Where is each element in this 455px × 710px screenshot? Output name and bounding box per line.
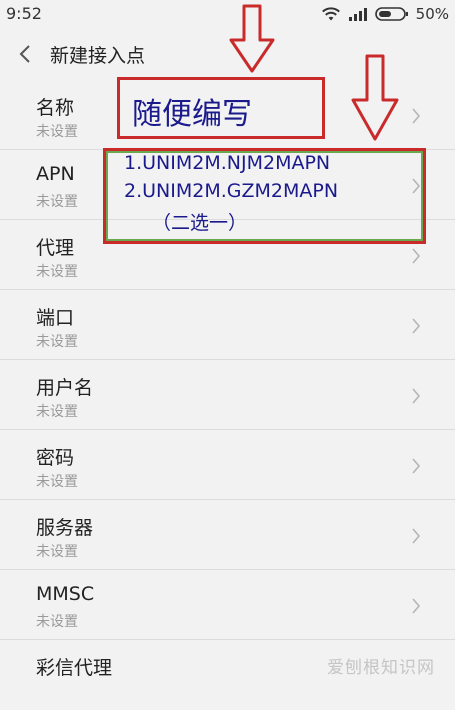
list-item-title: 端口 bbox=[36, 307, 75, 329]
list-item-title: 彩信代理 bbox=[36, 657, 113, 679]
list-item-server[interactable]: 服务器 未设置 bbox=[0, 500, 455, 570]
chevron-right-icon bbox=[412, 458, 421, 474]
list-item-subtitle: 未设置 bbox=[36, 614, 78, 630]
chevron-right-icon bbox=[412, 248, 421, 264]
chevron-right-icon bbox=[412, 388, 421, 404]
list-item-subtitle: 未设置 bbox=[36, 544, 78, 560]
list-item-title: APN bbox=[36, 163, 75, 185]
list-item-port[interactable]: 端口 未设置 bbox=[0, 290, 455, 360]
down-arrow-icon bbox=[229, 4, 275, 73]
battery-percent: 50% bbox=[415, 5, 449, 23]
list-item-title: 服务器 bbox=[36, 517, 94, 539]
chevron-left-icon[interactable] bbox=[16, 42, 34, 66]
list-item-subtitle: 未设置 bbox=[36, 124, 78, 140]
list-item-mmsc[interactable]: MMSC 未设置 bbox=[0, 570, 455, 640]
annotation-apn-line-2: 2.UNIM2M.GZM2MAPN bbox=[124, 180, 339, 202]
list-item-title: 代理 bbox=[36, 237, 75, 259]
list-item-password[interactable]: 密码 未设置 bbox=[0, 430, 455, 500]
list-item-title: MMSC bbox=[36, 583, 95, 605]
list-item-subtitle: 未设置 bbox=[36, 474, 78, 490]
down-arrow-icon bbox=[351, 54, 399, 141]
page-title: 新建接入点 bbox=[50, 45, 146, 67]
list-item-title: 密码 bbox=[36, 447, 75, 469]
signal-icon bbox=[348, 8, 367, 21]
chevron-right-icon bbox=[412, 598, 421, 614]
list-item-subtitle: 未设置 bbox=[36, 334, 78, 350]
annotation-apn-line-1: 1.UNIM2M.NJM2MAPN bbox=[124, 152, 331, 174]
list-item-title: 名称 bbox=[36, 97, 75, 119]
list-item-subtitle: 未设置 bbox=[36, 194, 78, 210]
chevron-right-icon bbox=[412, 528, 421, 544]
battery-icon bbox=[374, 7, 408, 21]
wifi-icon bbox=[321, 7, 340, 21]
list-item-subtitle: 未设置 bbox=[36, 264, 78, 280]
status-time: 9:52 bbox=[6, 4, 42, 23]
annotation-name-note: 随便编写 bbox=[132, 97, 252, 132]
annotation-apn-line-3: （二选一） bbox=[152, 212, 248, 234]
list-item-title: 用户名 bbox=[36, 377, 94, 399]
chevron-right-icon bbox=[412, 318, 421, 334]
list-item-subtitle: 未设置 bbox=[36, 404, 78, 420]
status-icons: 50% bbox=[321, 5, 449, 23]
list-item-username[interactable]: 用户名 未设置 bbox=[0, 360, 455, 430]
watermark: 爱刨根知识网 bbox=[327, 658, 435, 678]
chevron-right-icon bbox=[412, 108, 421, 124]
